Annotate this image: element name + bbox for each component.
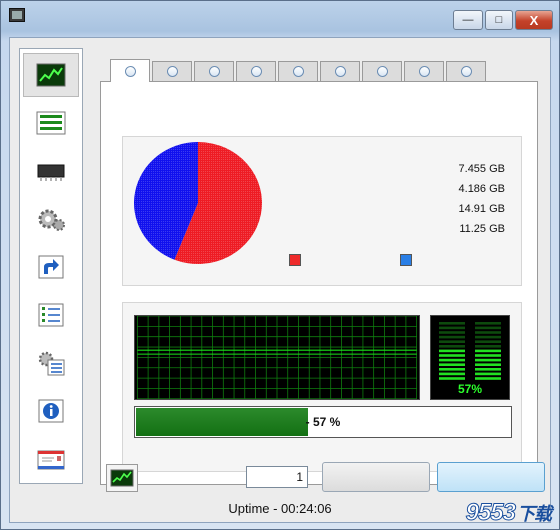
tab-9[interactable]	[446, 61, 486, 81]
tab-radio-icon	[208, 66, 220, 77]
meter-segment	[475, 335, 501, 339]
mail-icon	[37, 450, 65, 470]
meter-segment	[475, 326, 501, 330]
tab-2[interactable]	[152, 61, 192, 81]
sidebar-item-about[interactable]	[23, 389, 79, 433]
sidebar-item-startup[interactable]	[23, 245, 79, 289]
meter-segment	[475, 372, 501, 376]
action-button-right[interactable]	[437, 462, 545, 492]
meter-segment	[475, 322, 501, 325]
shortcut-arrow-icon	[38, 255, 64, 279]
sidebar-item-contact[interactable]	[23, 437, 79, 481]
tab-radio-icon	[166, 66, 178, 77]
tab-5[interactable]	[278, 61, 318, 81]
tab-control: 7.455 GB 4.186 GB 14.91 GB 11.25 GB 57% …	[100, 59, 538, 485]
memory-value-2: 4.186 GB	[458, 183, 505, 195]
meter-segment	[439, 340, 465, 343]
cpu-progress-bar: - 57 %	[134, 406, 512, 438]
tab-radio-icon	[460, 66, 472, 77]
legend-used-swatch	[289, 254, 301, 266]
gears-icon	[38, 209, 65, 231]
tab-radio-icon	[376, 66, 388, 77]
meter-segment	[475, 368, 501, 371]
tab-panel: 7.455 GB 4.186 GB 14.91 GB 11.25 GB 57% …	[100, 81, 538, 485]
meter-segment	[475, 354, 501, 357]
tab-3[interactable]	[194, 61, 234, 81]
sidebar	[19, 48, 83, 484]
title-bar[interactable]: — □ X	[1, 1, 559, 37]
meter-segment	[439, 322, 465, 325]
meter-segment	[439, 358, 465, 362]
meter-segment	[439, 377, 465, 380]
tab-radio-icon	[334, 66, 346, 77]
site-watermark: 9553 下载	[465, 499, 552, 527]
cpu-meter-bars	[439, 322, 501, 380]
watermark-suffix: 下载	[517, 504, 552, 524]
close-button[interactable]: X	[515, 10, 553, 30]
minimize-button[interactable]: —	[453, 10, 483, 30]
tab-radio-icon	[124, 65, 136, 77]
meter-segment	[475, 340, 501, 343]
refresh-interval-input[interactable]: 1	[246, 466, 308, 488]
cpu-history-graph	[134, 315, 420, 400]
meter-segment	[475, 349, 501, 353]
tab-radio-icon	[292, 66, 304, 77]
mini-performance-icon	[110, 469, 134, 487]
cpu-usage-meter: 57%	[430, 315, 510, 400]
sidebar-item-list[interactable]	[23, 101, 79, 145]
sidebar-item-memory[interactable]	[23, 149, 79, 193]
meter-segment	[439, 345, 465, 348]
memory-value-3: 14.91 GB	[458, 203, 505, 215]
close-icon: X	[529, 12, 539, 28]
app-window: — □ X 7.455 GB 4.186 GB 14.91 GB 11.25 G…	[0, 0, 560, 530]
minimize-icon: —	[462, 14, 474, 26]
meter-segment	[475, 377, 501, 380]
meter-segment	[439, 354, 465, 357]
meter-segment	[439, 363, 465, 366]
tab-1[interactable]	[110, 59, 150, 82]
meter-segment	[439, 372, 465, 376]
meter-segment	[475, 363, 501, 366]
performance-monitor-icon	[36, 63, 66, 87]
memory-value-4: 11.25 GB	[459, 223, 505, 235]
maximize-icon: □	[495, 14, 503, 26]
meter-segment	[439, 326, 465, 330]
sidebar-item-options[interactable]	[23, 341, 79, 385]
app-icon	[9, 8, 25, 22]
list-view-icon	[36, 111, 66, 135]
settings-list-icon	[38, 351, 65, 376]
client-area: 7.455 GB 4.186 GB 14.91 GB 11.25 GB 57% …	[9, 37, 551, 523]
meter-segment	[475, 345, 501, 348]
meter-segment	[439, 349, 465, 353]
memory-pie-chart	[134, 142, 262, 264]
memory-group: 7.455 GB 4.186 GB 14.91 GB 11.25 GB	[122, 136, 522, 286]
checklist-icon	[38, 303, 64, 327]
meter-segment	[439, 335, 465, 339]
sidebar-item-services[interactable]	[23, 197, 79, 241]
memory-chip-icon	[37, 164, 65, 181]
meter-segment	[439, 331, 465, 334]
meter-segment	[475, 358, 501, 362]
memory-value-1: 7.455 GB	[458, 163, 505, 175]
tab-6[interactable]	[320, 61, 360, 81]
maximize-button[interactable]: □	[485, 10, 513, 30]
sidebar-item-tasks[interactable]	[23, 293, 79, 337]
cpu-usage-percent: 57%	[457, 382, 483, 396]
cpu-group: 57% - 57 %	[122, 302, 522, 472]
tab-radio-icon	[250, 66, 262, 77]
tab-4[interactable]	[236, 61, 276, 81]
tab-8[interactable]	[404, 61, 444, 81]
cpu-progress-label: - 57 %	[305, 415, 341, 429]
legend-free-swatch	[400, 254, 412, 266]
tab-strip	[100, 59, 500, 82]
info-icon	[38, 399, 64, 423]
tab-7[interactable]	[362, 61, 402, 81]
action-button-left[interactable]	[322, 462, 430, 492]
meter-segment	[475, 331, 501, 334]
sidebar-item-performance[interactable]	[23, 53, 79, 97]
tab-radio-icon	[418, 66, 430, 77]
mini-monitor-button[interactable]	[106, 464, 138, 492]
meter-segment	[439, 368, 465, 371]
watermark-number: 9553	[465, 499, 516, 527]
